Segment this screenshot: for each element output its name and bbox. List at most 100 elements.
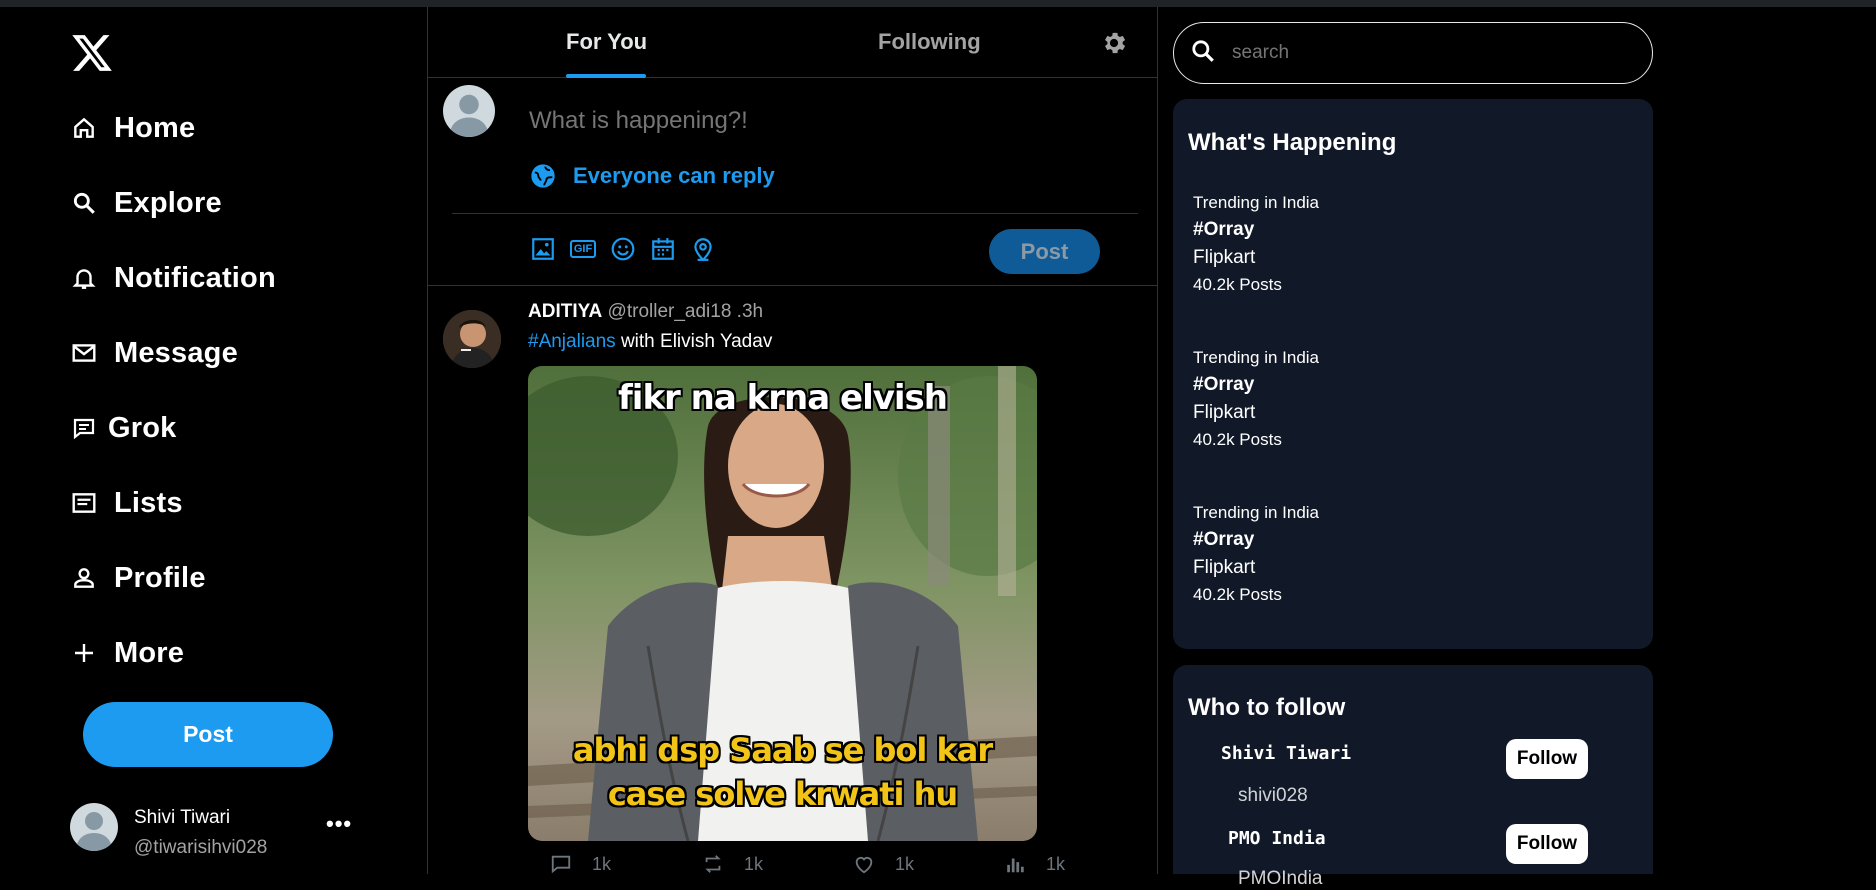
nav-grok-label: Grok — [108, 411, 177, 444]
account-switcher[interactable]: Shivi Tiwari @tiwarisihvi028 ••• — [70, 803, 351, 858]
reply-setting-button[interactable]: Everyone can reply — [529, 162, 775, 190]
suggested-user-handle: PMOIndia — [1238, 868, 1323, 889]
account-more-icon[interactable]: ••• — [326, 811, 352, 837]
tweet-header: ADITIYA @troller_adi18 .3h — [528, 301, 763, 323]
trend-topic: Flipkart — [1193, 557, 1256, 578]
compose-post-button[interactable]: Post — [989, 229, 1100, 274]
repost-count: 1k — [744, 853, 764, 874]
nav-message-label: Message — [114, 336, 238, 369]
trend-context: Trending in India — [1193, 193, 1320, 212]
right-divider — [1157, 7, 1158, 874]
who-to-follow-title: Who to follow — [1188, 694, 1346, 721]
trend-hashtag: #Orray — [1193, 219, 1255, 240]
suggested-user-name[interactable]: Shivi Tiwari — [1221, 743, 1351, 764]
feed-divider — [428, 285, 1157, 286]
trend-item[interactable]: Trending in India #Orray Flipkart 40.2k … — [1193, 503, 1319, 605]
views-button[interactable]: 1k — [1002, 853, 1065, 875]
who-to-follow-panel: Who to follow Shivi Tiwari shivi028 Foll… — [1173, 665, 1653, 889]
emoji-icon[interactable] — [609, 235, 637, 263]
views-icon — [1007, 858, 1024, 873]
trend-count: 40.2k Posts — [1193, 430, 1282, 449]
image-icon[interactable] — [529, 235, 557, 263]
nav-notification-label: Notification — [114, 261, 276, 294]
trend-item[interactable]: Trending in India #Orray Flipkart 40.2k … — [1193, 193, 1319, 295]
tweet-author-name[interactable]: ADITIYA — [528, 301, 602, 322]
tweet-hashtag[interactable]: #Anjalians — [528, 331, 616, 352]
compose-divider — [452, 213, 1138, 214]
nav-more-label: More — [114, 636, 185, 669]
meme-top-caption: fikr na krna elvish — [618, 378, 948, 418]
like-count: 1k — [895, 853, 915, 874]
tweet-body: with Elivish Yadav — [615, 331, 773, 352]
sidebar-post-button[interactable]: Post — [83, 702, 333, 767]
gif-label: GIF — [569, 240, 597, 258]
tab-for-you[interactable]: For You — [566, 29, 647, 55]
trend-count: 40.2k Posts — [1193, 585, 1282, 604]
chat-icon — [70, 414, 98, 442]
nav-profile-label: Profile — [114, 561, 206, 594]
bell-icon — [70, 264, 98, 292]
trend-item[interactable]: Trending in India #Orray Flipkart 40.2k … — [1193, 348, 1319, 450]
main-timeline: For You Following Everyone can reply GIF… — [428, 7, 1157, 874]
follow-button[interactable]: Follow — [1506, 739, 1588, 779]
plus-icon — [70, 639, 98, 667]
repost-icon — [705, 855, 721, 873]
trend-topic: Flipkart — [1193, 247, 1256, 268]
tab-following[interactable]: Following — [878, 29, 981, 55]
nav-lists[interactable]: Lists — [70, 481, 183, 525]
follow-button[interactable]: Follow — [1506, 824, 1588, 864]
trend-context: Trending in India — [1193, 503, 1320, 522]
nav-more[interactable]: More — [70, 631, 184, 675]
trend-context: Trending in India — [1193, 348, 1320, 367]
nav-message[interactable]: Message — [70, 331, 238, 375]
reply-setting-label: Everyone can reply — [573, 163, 775, 188]
nav-lists-label: Lists — [114, 486, 183, 519]
mail-icon — [70, 339, 98, 367]
trend-topic: Flipkart — [1193, 402, 1256, 423]
gear-icon[interactable] — [1100, 29, 1128, 57]
nav-home-label: Home — [114, 111, 196, 144]
search-icon — [70, 189, 98, 217]
nav-home[interactable]: Home — [70, 106, 195, 150]
suggested-user-name[interactable]: PMO India — [1228, 828, 1326, 849]
list-icon — [70, 489, 98, 517]
left-sidebar: Home Explore Notification Message Grok L… — [0, 7, 428, 874]
x-logo-icon[interactable] — [70, 31, 114, 75]
compose-avatar — [443, 85, 495, 137]
gif-icon[interactable]: GIF — [569, 235, 597, 263]
whats-happening-panel: What's Happening Trending in India #Orra… — [1173, 99, 1653, 649]
account-name: Shivi Tiwari — [134, 807, 231, 828]
location-icon[interactable] — [689, 235, 717, 263]
timeline-tabs: For You Following — [428, 7, 1157, 78]
active-tab-indicator — [566, 74, 646, 78]
globe-icon — [529, 162, 557, 190]
tweet-media-image[interactable]: fikr na krna elvish abhi dsp Saab se bol… — [528, 366, 1037, 841]
tweet-avatar[interactable] — [443, 310, 501, 368]
compose-input[interactable] — [529, 107, 1089, 135]
trend-hashtag: #Orray — [1193, 374, 1255, 395]
reply-icon — [551, 855, 571, 874]
person-icon — [70, 564, 98, 592]
search-bar[interactable] — [1173, 22, 1653, 84]
trend-hashtag: #Orray — [1193, 529, 1255, 550]
nav-explore-label: Explore — [114, 186, 222, 219]
tweet-author-meta: @troller_adi18 .3h — [607, 301, 764, 322]
account-handle: @tiwarisihvi028 — [134, 837, 268, 858]
like-button[interactable]: 1k — [851, 853, 914, 875]
tweet-text: #Anjalians with Elivish Yadav — [528, 331, 772, 353]
nav-explore[interactable]: Explore — [70, 181, 222, 225]
window-top-bar — [0, 0, 1876, 7]
nav-grok[interactable]: Grok — [70, 406, 177, 450]
search-input[interactable] — [1232, 42, 1612, 64]
avatar — [70, 803, 118, 851]
heart-icon — [855, 857, 873, 874]
home-icon — [70, 114, 98, 142]
nav-notification[interactable]: Notification — [70, 256, 276, 300]
repost-button[interactable]: 1k — [700, 853, 763, 875]
reply-button[interactable]: 1k — [548, 853, 611, 875]
views-count: 1k — [1046, 853, 1066, 874]
schedule-icon[interactable] — [649, 235, 677, 263]
meme-bottom-line-2: case solve krwati hu — [607, 775, 958, 813]
meme-bottom-caption: abhi dsp Saab se bol kar case solve krwa… — [528, 728, 1037, 816]
nav-profile[interactable]: Profile — [70, 556, 206, 600]
